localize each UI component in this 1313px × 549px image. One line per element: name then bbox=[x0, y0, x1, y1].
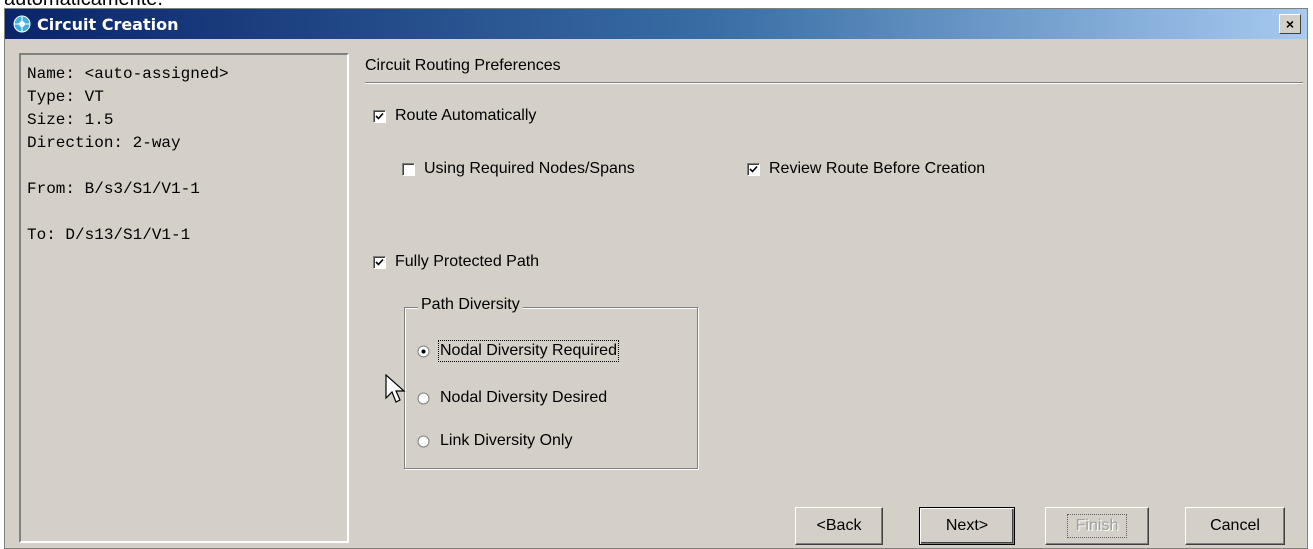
summary-direction: Direction: 2-way bbox=[27, 134, 181, 152]
finish-button-label: Finish bbox=[1066, 514, 1128, 538]
summary-name: Name: <auto-assigned> bbox=[27, 65, 229, 83]
summary-spacer bbox=[27, 201, 341, 224]
using-required-nodes-option[interactable]: Using Required Nodes/Spans bbox=[402, 160, 635, 178]
using-required-nodes-checkbox[interactable] bbox=[402, 162, 415, 176]
circuit-creation-dialog: Circuit Creation × Name: <auto-assigned>… bbox=[4, 8, 1308, 549]
link-diversity-only-label: Link Diversity Only bbox=[440, 432, 573, 449]
close-button[interactable]: × bbox=[1279, 14, 1301, 34]
summary-type: Type: VT bbox=[27, 88, 104, 106]
circuit-app-icon bbox=[13, 15, 31, 33]
title-bar[interactable]: Circuit Creation × bbox=[5, 9, 1307, 39]
close-icon: × bbox=[1285, 16, 1295, 32]
nodal-diversity-desired-option[interactable]: Nodal Diversity Desired bbox=[417, 389, 607, 407]
finish-button: Finish bbox=[1045, 507, 1149, 545]
route-automatically-label: Route Automatically bbox=[395, 107, 537, 124]
using-required-nodes-label: Using Required Nodes/Spans bbox=[424, 160, 635, 177]
summary-from: From: B/s3/S1/V1-1 bbox=[27, 180, 200, 198]
summary-to: To: D/s13/S1/V1-1 bbox=[27, 226, 191, 244]
next-button-label: Next> bbox=[945, 517, 989, 534]
review-route-checkbox[interactable] bbox=[747, 162, 760, 176]
radio-unselected-icon[interactable] bbox=[417, 392, 430, 405]
cancel-button-label: Cancel bbox=[1210, 517, 1260, 534]
back-button[interactable]: <Back bbox=[795, 507, 883, 545]
radio-selected-icon[interactable] bbox=[417, 345, 430, 358]
checkmark-icon bbox=[375, 258, 384, 266]
link-diversity-only-option[interactable]: Link Diversity Only bbox=[417, 432, 572, 450]
next-button[interactable]: Next> bbox=[919, 507, 1015, 545]
fully-protected-path-label: Fully Protected Path bbox=[395, 253, 540, 270]
checkmark-icon bbox=[375, 112, 384, 120]
nodal-diversity-required-option[interactable]: Nodal Diversity Required bbox=[417, 340, 619, 362]
radio-unselected-icon[interactable] bbox=[417, 435, 430, 448]
back-button-label: <Back bbox=[816, 517, 862, 534]
nodal-diversity-desired-label: Nodal Diversity Desired bbox=[440, 389, 608, 406]
mouse-pointer-icon bbox=[385, 374, 406, 403]
window-title: Circuit Creation bbox=[37, 14, 179, 34]
circuit-summary-panel: Name: <auto-assigned> Type: VT Size: 1.5… bbox=[19, 53, 349, 543]
section-title: Circuit Routing Preferences bbox=[365, 57, 561, 74]
summary-size: Size: 1.5 bbox=[27, 111, 114, 129]
route-automatically-checkbox[interactable] bbox=[373, 109, 386, 123]
review-route-option[interactable]: Review Route Before Creation bbox=[747, 160, 985, 178]
cancel-button[interactable]: Cancel bbox=[1185, 507, 1285, 545]
route-automatically-option[interactable]: Route Automatically bbox=[373, 107, 536, 125]
section-divider bbox=[365, 82, 1303, 84]
summary-spacer bbox=[27, 155, 341, 178]
review-route-label: Review Route Before Creation bbox=[769, 160, 986, 177]
fully-protected-path-option[interactable]: Fully Protected Path bbox=[373, 253, 539, 271]
nodal-diversity-required-label: Nodal Diversity Required bbox=[438, 340, 619, 362]
checkmark-icon bbox=[749, 165, 758, 173]
path-diversity-title: Path Diversity bbox=[418, 296, 523, 314]
fully-protected-path-checkbox[interactable] bbox=[373, 255, 386, 269]
